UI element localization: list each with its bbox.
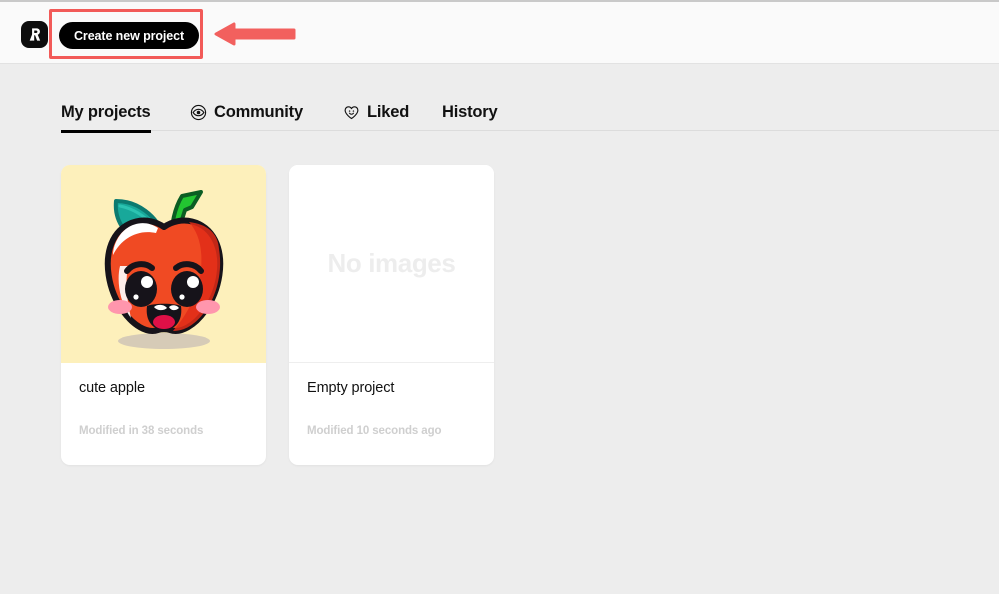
tab-my-projects-label: My projects [61,103,151,122]
project-modified-time: Modified 10 seconds ago [307,426,476,438]
project-thumbnail[interactable] [61,165,266,363]
project-modified-time: Modified in 38 seconds [79,426,248,438]
tab-my-projects[interactable]: My projects [61,94,151,131]
no-images-placeholder: No images [328,248,456,279]
project-card[interactable]: No images Empty project Modified 10 seco… [289,165,494,465]
project-thumbnail[interactable]: No images [289,165,494,363]
project-title: Empty project [307,381,476,396]
projects-grid: cute apple Modified in 38 seconds No ima… [61,165,494,465]
tab-history[interactable]: History [442,94,497,131]
app-header: Create new project [0,2,999,64]
tab-liked[interactable]: Liked [343,94,409,131]
project-card[interactable]: cute apple Modified in 38 seconds [61,165,266,465]
recraft-logo-icon[interactable] [21,21,48,48]
create-new-project-button[interactable]: Create new project [59,22,199,49]
project-tabs: My projects Community Liked History [0,94,999,134]
eye-circle-icon [190,104,207,121]
project-card-body: Empty project Modified 10 seconds ago [289,363,494,465]
project-card-body: cute apple Modified in 38 seconds [61,363,266,465]
tab-community-label: Community [214,103,303,122]
tab-history-label: History [442,103,497,122]
heart-smile-icon [343,104,360,121]
tab-community[interactable]: Community [190,94,303,131]
tab-liked-label: Liked [367,103,409,122]
project-title: cute apple [79,381,248,396]
cute-apple-illustration [61,165,266,363]
